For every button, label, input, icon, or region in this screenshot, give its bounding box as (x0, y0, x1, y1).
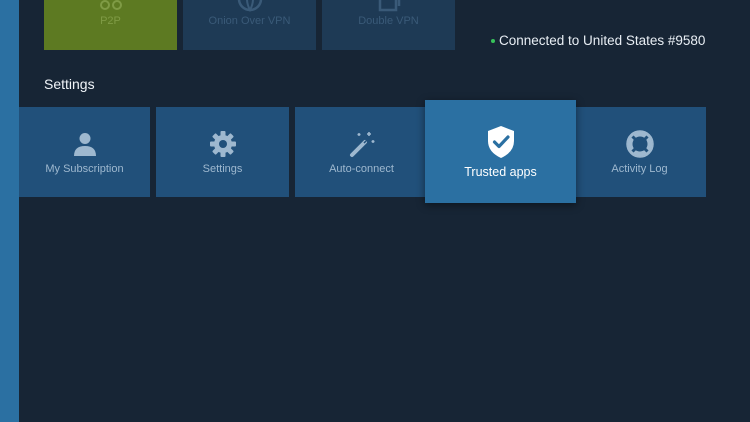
tile-my-subscription-label: My Subscription (45, 163, 124, 175)
tile-onion-over-vpn[interactable]: Onion Over VPN (183, 0, 316, 50)
double-vpn-icon (378, 0, 400, 12)
tile-my-subscription[interactable]: My Subscription (19, 107, 150, 197)
tile-activity-log-label: Activity Log (611, 163, 668, 175)
tile-double-vpn-label: Double VPN (358, 15, 419, 27)
connection-status-text: Connected to United States #9580 (499, 33, 706, 48)
app-screen: P2P Onion Over VPN Double VPN Connected … (0, 0, 750, 422)
tile-auto-connect-label: Auto-connect (329, 163, 394, 175)
tile-trusted-apps-label: Trusted apps (464, 165, 537, 179)
tile-trusted-apps[interactable]: Trusted apps (425, 100, 576, 203)
user-icon (73, 133, 96, 156)
magic-wand-icon (349, 132, 374, 157)
tile-settings[interactable]: Settings (156, 107, 289, 197)
tile-activity-log[interactable]: Activity Log (573, 107, 706, 197)
tile-double-vpn[interactable]: Double VPN (322, 0, 455, 50)
connection-status: Connected to United States #9580 (491, 33, 705, 48)
section-title: Settings (44, 76, 95, 92)
tile-p2p[interactable]: P2P (44, 0, 177, 50)
tile-settings-label: Settings (202, 163, 243, 175)
onion-icon (237, 0, 262, 12)
tile-onion-label: Onion Over VPN (208, 15, 291, 27)
shield-check-icon (487, 126, 514, 158)
gear-icon (209, 131, 236, 157)
status-dot-icon (491, 38, 495, 43)
lifebuoy-icon (625, 130, 654, 158)
left-nav-strip (0, 0, 19, 422)
p2p-icon (99, 0, 122, 10)
tile-p2p-label: P2P (100, 15, 121, 27)
tile-auto-connect[interactable]: Auto-connect (295, 107, 428, 197)
